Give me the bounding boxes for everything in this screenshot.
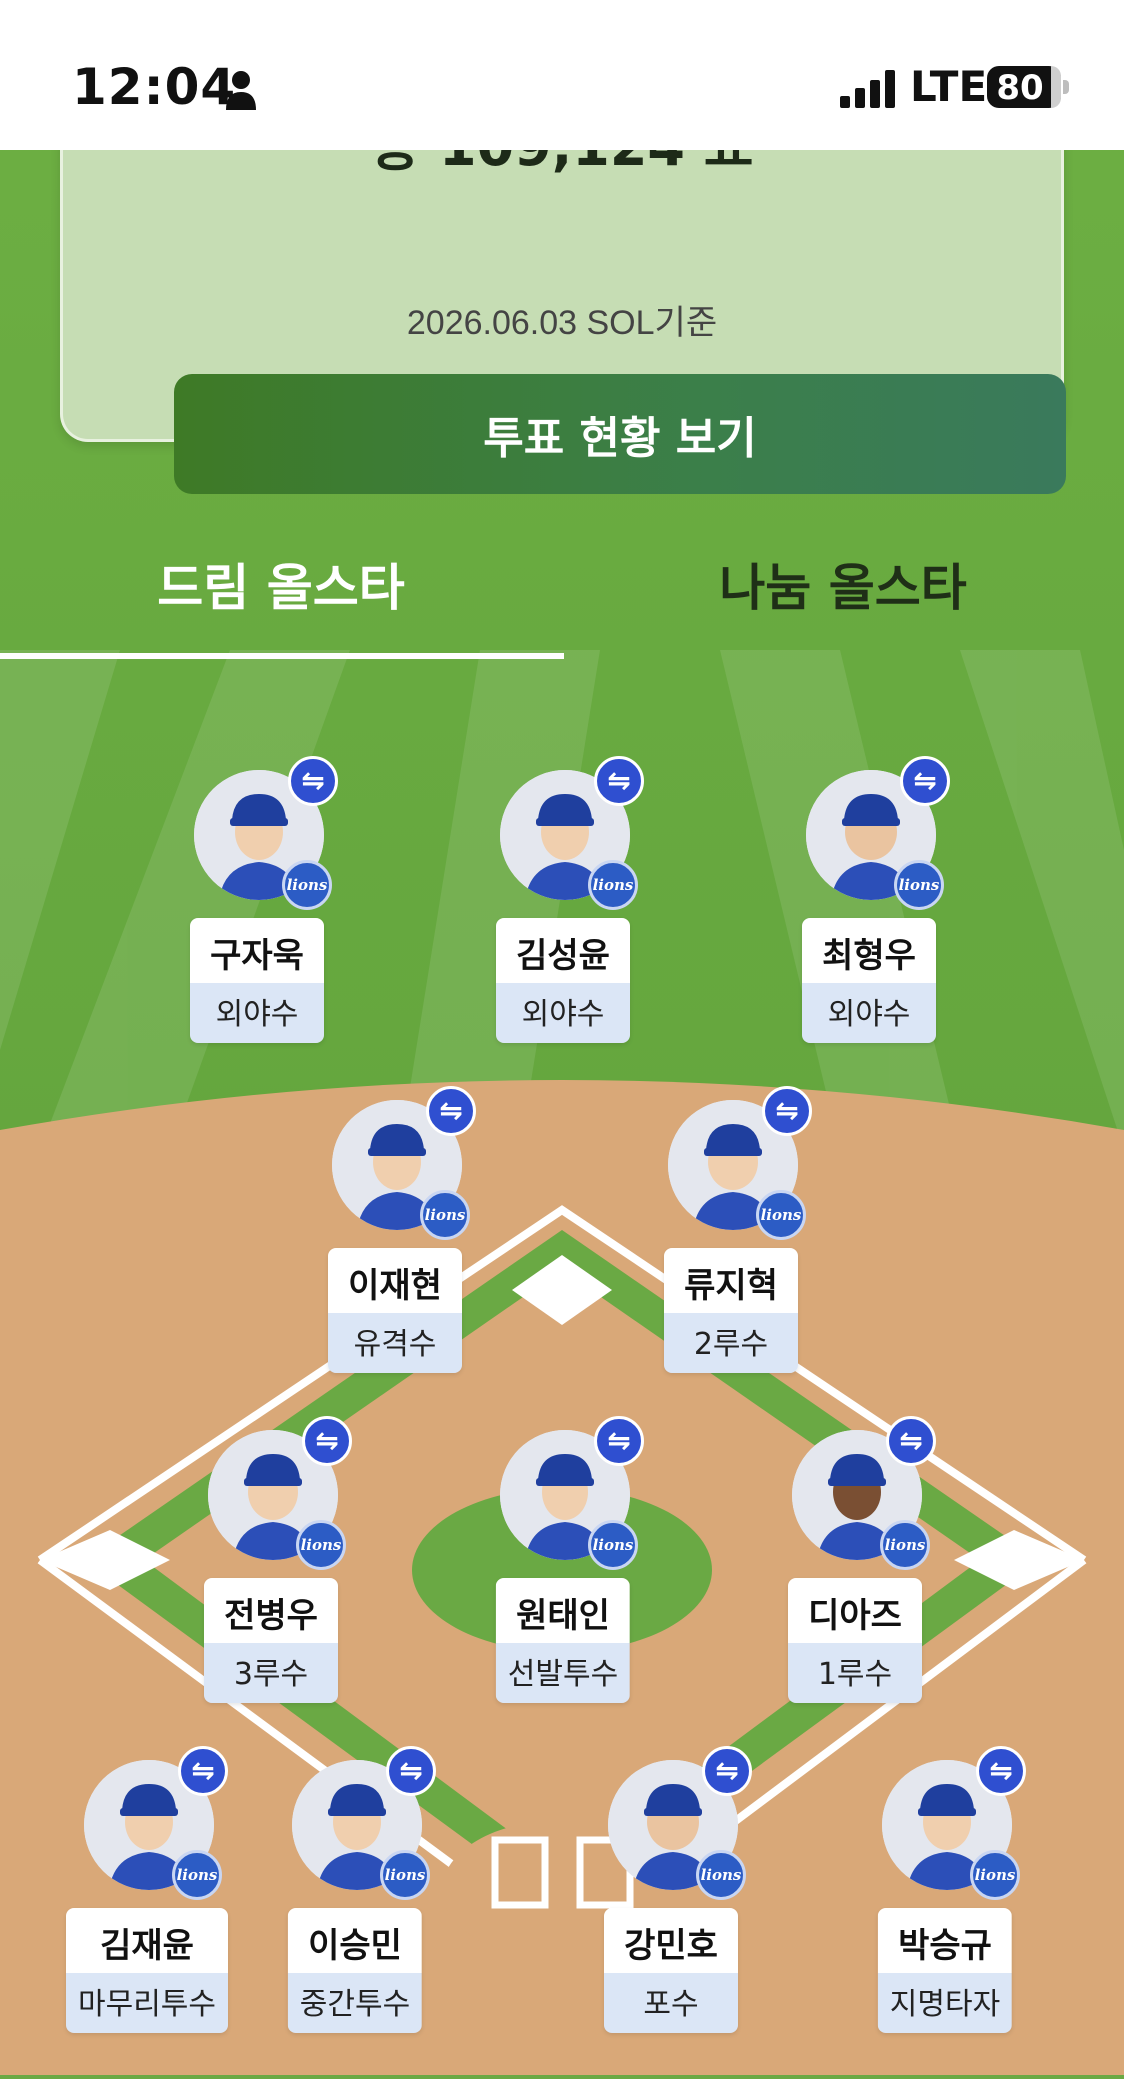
- player-label: 원태인 선발투수: [495, 1578, 631, 1703]
- lions-logo-icon: lions: [894, 860, 944, 910]
- player-position: 외야수: [802, 983, 936, 1043]
- player-label: 강민호 포수: [604, 1908, 738, 2033]
- player-name: 류지혁: [664, 1248, 798, 1313]
- swap-icon[interactable]: ⇋: [762, 1086, 812, 1136]
- player-label: 구자욱 외야수: [190, 918, 324, 1043]
- lions-logo-icon: lions: [420, 1190, 470, 1240]
- player-name: 김성윤: [496, 918, 630, 983]
- player-position: 유격수: [328, 1313, 462, 1373]
- battery-tip: [1063, 80, 1069, 94]
- player-label: 디아즈 1루수: [788, 1578, 922, 1703]
- vote-status-button[interactable]: 투표 현황 보기: [174, 374, 1066, 494]
- swap-icon[interactable]: ⇋: [178, 1746, 228, 1796]
- player-name: 이재현: [328, 1248, 462, 1313]
- player-position: 외야수: [496, 983, 630, 1043]
- lions-logo-icon: lions: [756, 1190, 806, 1240]
- status-bar: 12:04 LTE 80: [0, 0, 1124, 150]
- active-tab-indicator: [0, 653, 564, 659]
- player-label: 박승규 지명타자: [877, 1908, 1013, 2033]
- player-position: 2루수: [664, 1313, 798, 1373]
- lions-logo-icon: lions: [380, 1850, 430, 1900]
- player-position: 1루수: [788, 1643, 922, 1703]
- player-position: 포수: [604, 1973, 738, 2033]
- swap-icon[interactable]: ⇋: [302, 1416, 352, 1466]
- player-name: 최형우: [802, 918, 936, 983]
- player-position: 선발투수: [495, 1643, 631, 1703]
- player-name: 강민호: [604, 1908, 738, 1973]
- player-name: 박승규: [877, 1908, 1013, 1973]
- network-type: LTE: [910, 62, 988, 111]
- swap-icon[interactable]: ⇋: [594, 1416, 644, 1466]
- player-name: 디아즈: [788, 1578, 922, 1643]
- player-name: 김재윤: [66, 1908, 228, 1973]
- player-label: 최형우 외야수: [802, 918, 936, 1043]
- swap-icon[interactable]: ⇋: [288, 756, 338, 806]
- swap-icon[interactable]: ⇋: [976, 1746, 1026, 1796]
- player-position: 지명타자: [877, 1973, 1013, 2033]
- player-position: 마무리투수: [66, 1973, 228, 2033]
- player-name: 이승민: [287, 1908, 423, 1973]
- tab-dream-allstar[interactable]: 드림 올스타: [0, 548, 562, 620]
- player-name: 구자욱: [190, 918, 324, 983]
- lions-logo-icon: lions: [970, 1850, 1020, 1900]
- player-label: 이승민 중간투수: [287, 1908, 423, 2033]
- person-icon: [226, 71, 256, 110]
- swap-icon[interactable]: ⇋: [594, 756, 644, 806]
- tab-nanum-allstar[interactable]: 나눔 올스타: [562, 548, 1124, 620]
- player-position: 3루수: [204, 1643, 338, 1703]
- swap-icon[interactable]: ⇋: [886, 1416, 936, 1466]
- lions-logo-icon: lions: [696, 1850, 746, 1900]
- lions-logo-icon: lions: [588, 1520, 638, 1570]
- lions-logo-icon: lions: [296, 1520, 346, 1570]
- player-label: 김성윤 외야수: [496, 918, 630, 1043]
- battery-icon: 80: [987, 66, 1069, 108]
- lions-logo-icon: lions: [588, 860, 638, 910]
- swap-icon[interactable]: ⇋: [386, 1746, 436, 1796]
- player-name: 전병우: [204, 1578, 338, 1643]
- swap-icon[interactable]: ⇋: [900, 756, 950, 806]
- player-position: 중간투수: [287, 1973, 423, 2033]
- battery-level: 80: [996, 68, 1044, 108]
- lions-logo-icon: lions: [172, 1850, 222, 1900]
- player-label: 김재윤 마무리투수: [66, 1908, 228, 2033]
- player-position: 외야수: [190, 983, 324, 1043]
- swap-icon[interactable]: ⇋: [426, 1086, 476, 1136]
- date-basis: 2026.06.03 SOL기준: [406, 304, 718, 342]
- player-label: 전병우 3루수: [204, 1578, 338, 1703]
- player-name: 원태인: [495, 1578, 631, 1643]
- swap-icon[interactable]: ⇋: [702, 1746, 752, 1796]
- player-label: 이재현 유격수: [328, 1248, 462, 1373]
- lions-logo-icon: lions: [282, 860, 332, 910]
- player-label: 류지혁 2루수: [664, 1248, 798, 1373]
- clock: 12:04: [72, 58, 237, 116]
- lions-logo-icon: lions: [880, 1520, 930, 1570]
